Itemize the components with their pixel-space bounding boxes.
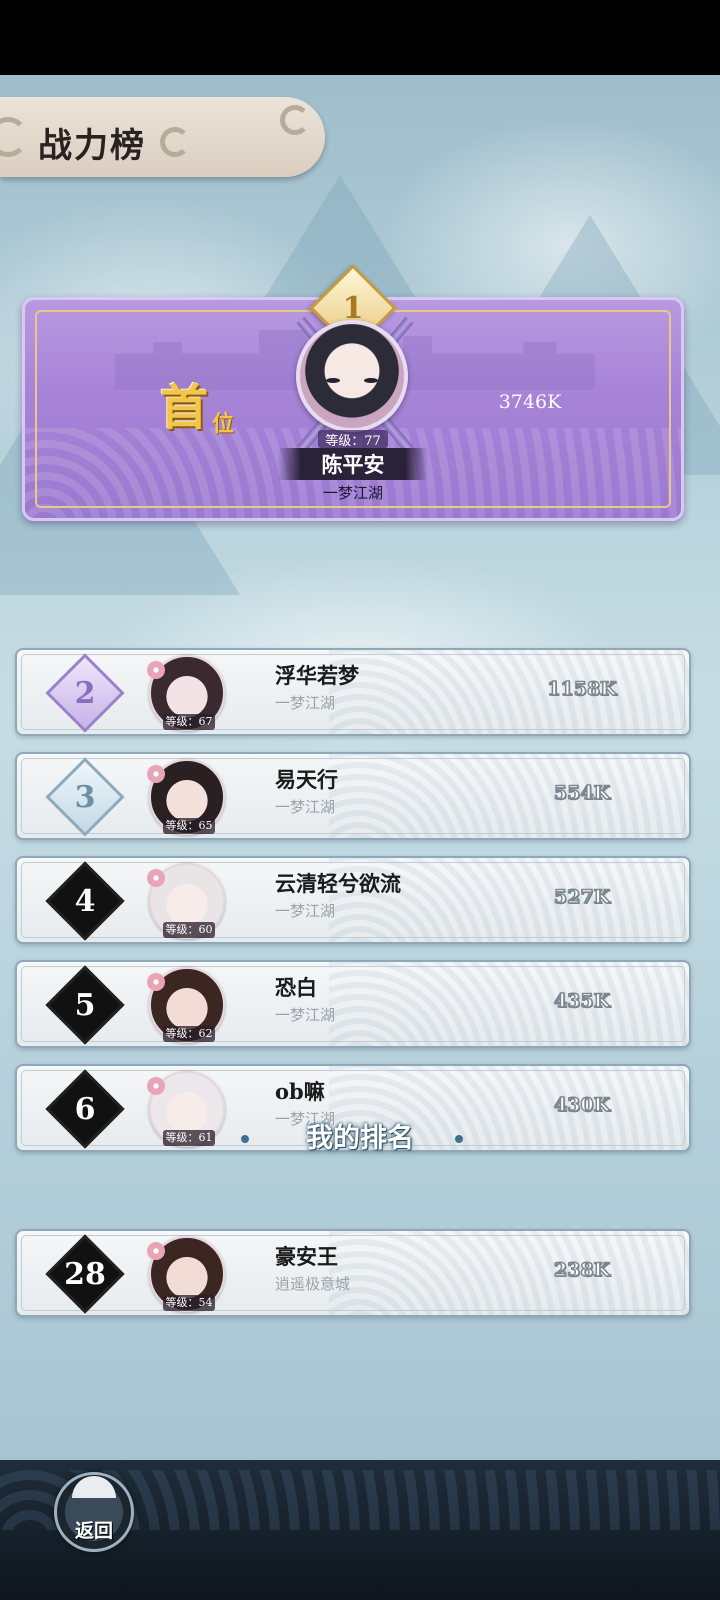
player-power: 1158K [547,677,618,701]
rank-number: 4 [74,883,96,919]
player-name: ob嘛 [275,1079,325,1104]
flower-icon [147,973,165,991]
flower-icon [147,765,165,783]
first-place-subglyph: 位 [212,411,235,437]
rank-number: 2 [74,675,96,711]
divider-dot [455,1135,463,1143]
flower-icon [147,1242,165,1260]
flower-icon [147,1077,165,1095]
level-tag: 等级：65 [163,818,215,834]
rank-row[interactable]: 3 等级：65 易天行一梦江湖 554K [15,752,691,840]
flower-icon [147,661,165,679]
player-power: 435K [553,989,611,1013]
player-power: 554K [553,781,611,805]
player-name: 恐白 [275,975,317,1000]
player-guild: 一梦江湖 [275,694,336,712]
player-power: 238K [553,1258,611,1282]
player-name: 云清轻兮欲流 [275,871,401,896]
player-guild: 一梦江湖 [275,902,336,920]
cloud-swirl-icon [280,105,310,135]
page-title: 战力榜 [38,126,146,166]
my-rank-heading: 我的排名 [306,1123,414,1154]
rank-number: 5 [74,987,96,1023]
champion-level: 等级：77 [318,430,388,449]
rank-row[interactable]: 5 等级：62 恐白一梦江湖 435K [15,960,691,1048]
player-guild: 一梦江湖 [275,798,336,816]
player-power: 430K [553,1093,611,1117]
cloud-swirl-icon [160,127,190,157]
my-rank-row[interactable]: 28 等级：54 豪安王 逍遥极意城 238K [15,1229,691,1317]
cloud-swirl-icon [0,117,28,157]
player-name: 易天行 [275,767,338,792]
level-tag: 等级：54 [163,1295,215,1311]
player-guild: 一梦江湖 [275,1006,336,1024]
flower-icon [147,869,165,887]
rank-row[interactable]: 2 等级：67 浮华若梦一梦江湖 1158K [15,648,691,736]
player-name: 浮华若梦 [275,663,359,688]
champion-power: 3746K [498,391,562,413]
champion-guild: 一梦江湖 [322,484,383,502]
rank-number: 28 [64,1256,106,1292]
level-tag: 等级：67 [163,714,215,730]
first-place-emblem: 首 位 [150,368,250,458]
champion-name: 陈平安 [321,452,385,477]
player-guild: 逍遥极意城 [275,1275,351,1293]
rank-number: 3 [74,779,96,815]
player-power: 527K [553,885,611,909]
champion-avatar[interactable] [296,320,408,432]
level-tag: 等级：60 [163,922,215,938]
back-button-label[interactable]: 返回 [48,1516,140,1543]
first-place-glyph: 首 [160,380,209,436]
player-name: 豪安王 [275,1244,338,1269]
rank-row[interactable]: 4 等级：60 云清轻兮欲流一梦江湖 527K [15,856,691,944]
avatar-eyes [326,378,378,386]
back-button[interactable] [48,1466,140,1558]
level-tag: 等级：62 [163,1026,215,1042]
